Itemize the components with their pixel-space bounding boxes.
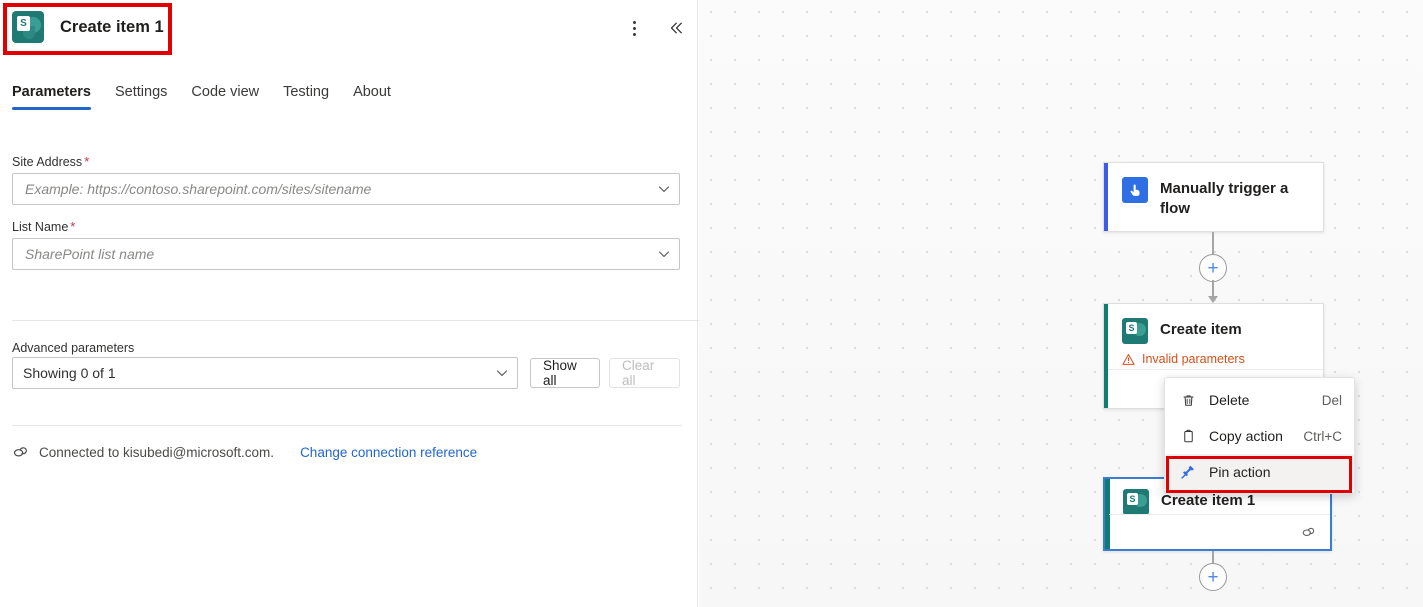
- tab-parameters[interactable]: Parameters: [12, 84, 103, 110]
- site-address-placeholder: Example: https://contoso.sharepoint.com/…: [13, 181, 649, 197]
- list-name-required-mark: *: [70, 219, 75, 234]
- chevron-down-icon: [495, 366, 509, 380]
- chevron-down-icon: [657, 182, 671, 196]
- tab-testing[interactable]: Testing: [271, 84, 341, 110]
- change-connection-reference-link[interactable]: Change connection reference: [300, 445, 477, 460]
- site-address-input[interactable]: Example: https://contoso.sharepoint.com/…: [12, 173, 680, 205]
- manual-trigger-icon: [1122, 177, 1148, 203]
- advanced-parameters-select[interactable]: Showing 0 of 1: [12, 357, 518, 389]
- more-commands-button[interactable]: [620, 14, 648, 42]
- advanced-parameters-label: Advanced parameters: [12, 341, 134, 355]
- node-accent-bar: [1104, 163, 1108, 231]
- chevron-double-left-icon: [667, 19, 685, 37]
- node-status-invalid-parameters: Invalid parameters: [1104, 344, 1323, 366]
- flow-canvas[interactable]: Manually trigger a flow + S Create item: [699, 0, 1423, 607]
- context-menu-label: Copy action: [1209, 428, 1291, 444]
- site-address-label-text: Site Address: [12, 155, 82, 169]
- site-address-dropdown-button[interactable]: [649, 174, 679, 204]
- list-name-dropdown-button[interactable]: [649, 239, 679, 269]
- node-status-text: Invalid parameters: [1142, 352, 1245, 366]
- show-all-button[interactable]: Show all: [530, 358, 600, 388]
- sharepoint-icon-letter: S: [1127, 493, 1138, 505]
- connection-status-row: Connected to kisubedi@microsoft.com. Cha…: [12, 444, 477, 461]
- site-address-label: Site Address*: [12, 154, 89, 169]
- tab-code-view[interactable]: Code view: [179, 84, 271, 110]
- panel-header: S Create item 1: [0, 0, 698, 58]
- hand-pointer-glyph: [1127, 182, 1143, 198]
- site-address-required-mark: *: [84, 154, 89, 169]
- tab-settings[interactable]: Settings: [103, 84, 179, 110]
- panel-title-group: S Create item 1: [12, 11, 164, 43]
- sharepoint-icon-letter: S: [17, 16, 30, 31]
- flow-node-manual-trigger[interactable]: Manually trigger a flow: [1103, 162, 1324, 232]
- action-details-panel: S Create item 1 Parameters Settings: [0, 0, 698, 607]
- warning-triangle-icon: [1122, 353, 1135, 366]
- page-title: Create item 1: [60, 18, 164, 37]
- collapse-pane-button[interactable]: [662, 14, 690, 42]
- sharepoint-icon: S: [1123, 489, 1149, 515]
- connection-link-icon: [12, 444, 29, 461]
- ellipsis-vertical-icon: [633, 21, 636, 36]
- advanced-parameters-value: Showing 0 of 1: [13, 365, 487, 381]
- advanced-parameters-dropdown-button[interactable]: [487, 358, 517, 388]
- connection-status-text: Connected to kisubedi@microsoft.com.: [39, 445, 274, 460]
- list-name-placeholder: SharePoint list name: [13, 246, 649, 262]
- sharepoint-icon-letter: S: [1126, 322, 1137, 334]
- context-menu-shortcut: Ctrl+C: [1303, 429, 1342, 444]
- add-step-button-2[interactable]: +: [1199, 563, 1227, 591]
- panel-tabs: Parameters Settings Code view Testing Ab…: [12, 84, 403, 110]
- panel-header-actions: [620, 14, 690, 42]
- list-name-input[interactable]: SharePoint list name: [12, 238, 680, 270]
- node-title: Manually trigger a flow: [1160, 177, 1310, 220]
- context-menu-label: Delete: [1209, 392, 1310, 408]
- pin-icon: [1179, 464, 1197, 480]
- node-title: Create item: [1160, 318, 1242, 340]
- context-menu-item-pin-action[interactable]: Pin action: [1165, 454, 1354, 490]
- node-header: Manually trigger a flow: [1104, 163, 1323, 220]
- sharepoint-icon: S: [12, 11, 44, 43]
- list-name-label: List Name*: [12, 219, 75, 234]
- chevron-down-icon: [657, 247, 671, 261]
- sharepoint-icon: S: [1122, 318, 1148, 344]
- connector-line-3: [1212, 551, 1214, 563]
- trash-icon: [1179, 393, 1197, 408]
- clear-all-button: Clear all: [609, 358, 680, 388]
- connection-link-icon: [1301, 525, 1316, 540]
- context-menu-item-copy-action[interactable]: Copy action Ctrl+C: [1165, 418, 1354, 454]
- context-menu-shortcut: Del: [1322, 393, 1342, 408]
- node-header: S Create item: [1104, 304, 1323, 344]
- connector-arrowhead-1: [1208, 296, 1218, 303]
- node-context-menu[interactable]: Delete Del Copy action Ctrl+C Pin action: [1164, 377, 1355, 494]
- panel-divider-bottom: [12, 425, 682, 426]
- context-menu-label: Pin action: [1209, 464, 1330, 480]
- context-menu-item-delete[interactable]: Delete Del: [1165, 382, 1354, 418]
- clipboard-icon: [1179, 429, 1197, 444]
- list-name-label-text: List Name: [12, 220, 68, 234]
- node-footer: [1109, 514, 1330, 549]
- add-step-button-1[interactable]: +: [1199, 254, 1227, 282]
- tab-about[interactable]: About: [341, 84, 403, 110]
